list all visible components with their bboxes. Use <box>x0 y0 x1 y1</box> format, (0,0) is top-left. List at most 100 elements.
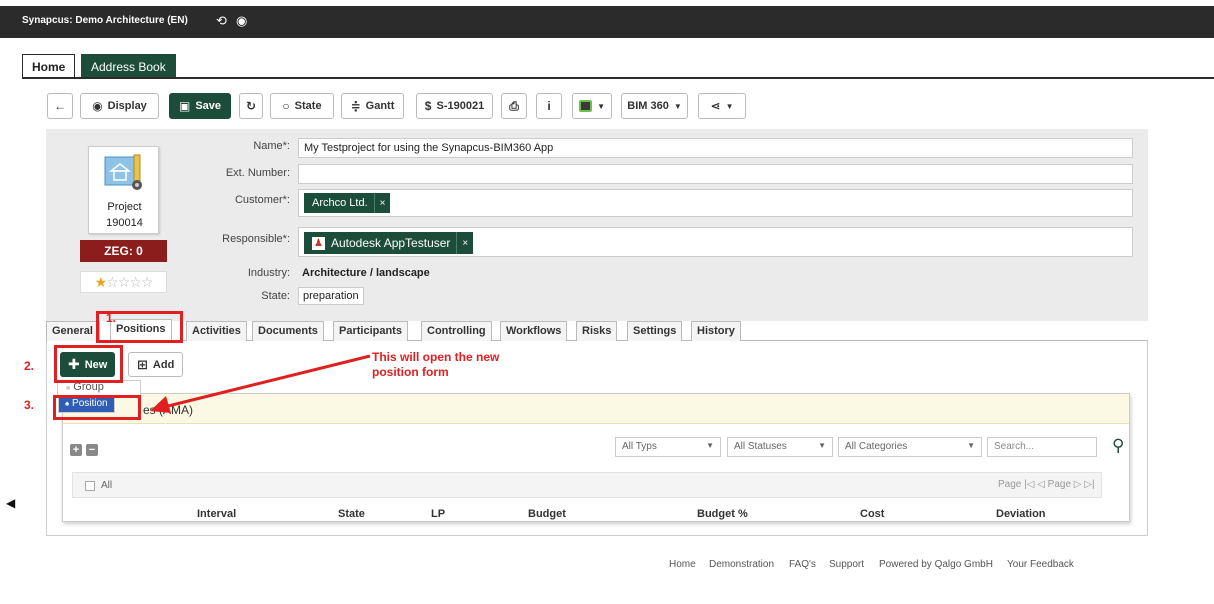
pager[interactable]: Page |◁ ◁ Page ▷ ▷| <box>998 479 1095 490</box>
project-thumbnail[interactable]: Project 190014 <box>88 146 159 234</box>
refresh-icon: ↻ <box>245 99 257 113</box>
star-rating[interactable]: ★☆☆☆☆ <box>80 271 167 293</box>
ext-number-field[interactable] <box>298 164 1133 184</box>
app-top-bar: Synapcus: Demo Architecture (EN) ⟲ ◉ <box>0 6 1214 38</box>
tab-controlling[interactable]: Controlling <box>421 321 492 341</box>
select-all-label: All <box>101 480 113 491</box>
annotation-number-2: 2. <box>24 359 35 373</box>
floppy-disk-icon: ▣ <box>178 99 191 113</box>
state-button[interactable]: ○ State <box>270 93 334 119</box>
eye-icon[interactable]: ◉ <box>236 13 247 29</box>
tab-general[interactable]: General <box>46 321 100 341</box>
tab-address-book[interactable]: Address Book <box>81 54 176 78</box>
customer-chip: Archco Ltd. × <box>304 193 391 213</box>
bim360-dropdown[interactable]: BIM 360 ▼ <box>621 93 688 119</box>
annotation-arrow <box>150 354 371 413</box>
remove-customer-button[interactable]: × <box>373 193 391 213</box>
synapcus-menu-button[interactable]: ▼ <box>572 93 612 119</box>
remove-responsible-button[interactable]: × <box>456 232 473 254</box>
blueprint-icon <box>104 154 142 190</box>
tab-activities[interactable]: Activities <box>186 321 247 341</box>
star-icon[interactable]: ☆ <box>141 274 154 290</box>
back-button[interactable]: ← <box>47 93 73 119</box>
search-icon[interactable]: ⚲ <box>1112 436 1124 456</box>
column-header-budget[interactable]: Budget <box>528 508 566 520</box>
type-filter-select[interactable]: All Typs ▼ <box>615 437 721 457</box>
project-number: 190014 <box>106 217 143 229</box>
responsible-label: Responsible*: <box>222 233 290 245</box>
industry-label: Industry: <box>247 267 290 279</box>
column-header-state[interactable]: State <box>338 508 365 520</box>
info-button[interactable]: i <box>536 93 562 119</box>
gantt-button[interactable]: ≑ Gantt <box>341 93 404 119</box>
footer-link-feedback[interactable]: Your Feedback <box>1007 559 1074 570</box>
square-icon: ■ <box>66 385 71 392</box>
customer-field[interactable] <box>298 189 1133 217</box>
responsible-chip: ♟ Autodesk AppTestuser × <box>304 232 474 254</box>
save-button[interactable]: ▣ Save <box>169 93 231 119</box>
print-button[interactable]: ⎙ <box>501 93 527 119</box>
footer-link-home[interactable]: Home <box>669 559 696 570</box>
footer-link-support[interactable]: Support <box>829 559 864 570</box>
name-field[interactable]: My Testproject for using the Synapcus-BI… <box>298 138 1133 158</box>
chevron-down-icon: ▼ <box>818 441 826 450</box>
state-label: State: <box>261 290 290 302</box>
tab-workflows[interactable]: Workflows <box>500 321 568 341</box>
display-button[interactable]: ◉ Display <box>80 93 159 119</box>
tab-settings[interactable]: Settings <box>627 321 683 341</box>
annotation-box-new-button <box>54 345 123 383</box>
annotation-number-1: 1. <box>106 311 117 325</box>
footer-link-faq[interactable]: FAQ's <box>789 559 816 570</box>
star-icon[interactable]: ☆ <box>118 274 131 290</box>
project-code-button[interactable]: $ S-190021 <box>416 93 493 119</box>
star-icon[interactable]: ☆ <box>129 274 142 290</box>
search-input[interactable]: Search... <box>987 437 1097 457</box>
refresh-button[interactable]: ↻ <box>239 93 263 119</box>
tab-home[interactable]: Home <box>22 54 76 78</box>
chevron-down-icon: ▼ <box>706 441 714 450</box>
select-all-checkbox[interactable] <box>85 481 95 491</box>
history-icon[interactable]: ⟲ <box>216 13 227 29</box>
sliders-icon: ≑ <box>350 99 361 113</box>
customer-label: Customer*: <box>234 194 290 206</box>
chevron-down-icon: ▼ <box>673 101 682 111</box>
collapse-left-icon[interactable]: ◀ <box>6 496 15 510</box>
tab-documents[interactable]: Documents <box>252 321 324 341</box>
chevron-down-icon: ▼ <box>967 441 975 450</box>
column-header-lp[interactable]: LP <box>431 508 445 520</box>
category-filter-select[interactable]: All Categories ▼ <box>838 437 982 457</box>
zeg-badge: ZEG: 0 <box>80 240 167 262</box>
menu-item-group[interactable]: ■ Group <box>58 381 140 395</box>
project-type-label: Project <box>107 201 142 213</box>
synapcus-logo-icon <box>579 100 593 112</box>
tab-history[interactable]: History <box>691 321 741 341</box>
tab-risks[interactable]: Risks <box>576 321 618 341</box>
column-header-cost[interactable]: Cost <box>860 508 884 520</box>
tab-participants[interactable]: Participants <box>333 321 408 341</box>
chevron-down-icon: ▼ <box>597 101 605 111</box>
dollar-icon: $ <box>424 99 432 113</box>
column-header-deviation[interactable]: Deviation <box>996 508 1046 520</box>
expand-all-button[interactable]: + <box>70 444 82 456</box>
state-value: preparation <box>298 287 364 305</box>
share-button[interactable]: ⋖ ▼ <box>698 93 746 119</box>
annotation-box-position-item <box>53 395 141 420</box>
printer-icon: ⎙ <box>509 98 519 113</box>
annotation-callout: This will open the new position form <box>372 350 500 379</box>
collapse-all-button[interactable]: − <box>86 444 98 456</box>
annotation-number-3: 3. <box>24 398 35 412</box>
star-icon[interactable]: ☆ <box>106 274 119 290</box>
footer-link-powered-by[interactable]: Powered by Qalgo GmbH <box>879 559 993 570</box>
share-icon: ⋖ <box>710 99 721 113</box>
column-header-budget-percent[interactable]: Budget % <box>697 508 748 520</box>
status-filter-select[interactable]: All Statuses ▼ <box>727 437 833 457</box>
footer-link-demonstration[interactable]: Demonstration <box>709 559 774 570</box>
star-icon[interactable]: ★ <box>95 274 108 290</box>
tab-underline <box>22 77 1214 79</box>
user-avatar-icon: ♟ <box>312 236 325 250</box>
name-label: Name*: <box>253 140 290 152</box>
ext-number-label: Ext. Number: <box>225 167 290 179</box>
column-header-interval[interactable]: Interval <box>197 508 236 520</box>
eye-icon: ◉ <box>92 99 103 113</box>
info-icon: i <box>547 99 551 113</box>
